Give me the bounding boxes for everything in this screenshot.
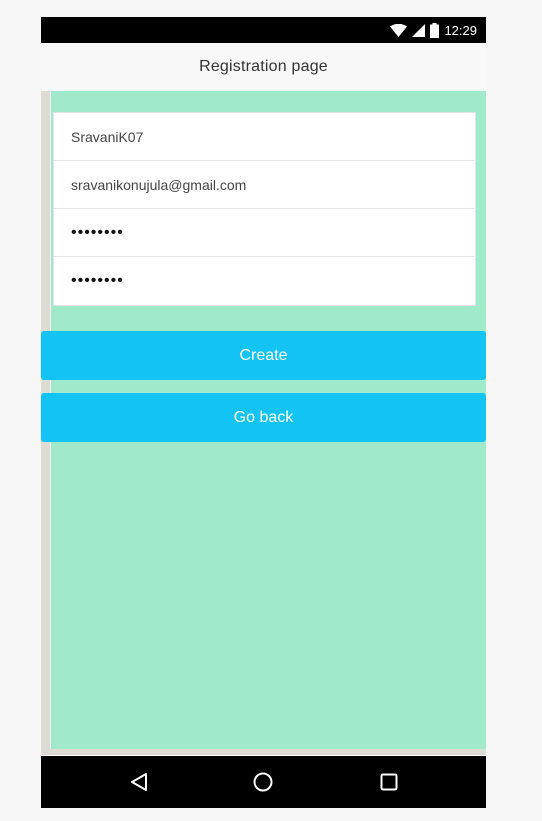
home-circle-icon[interactable] [249, 768, 277, 796]
signal-icon [412, 23, 426, 37]
username-row [54, 113, 475, 161]
status-bar: 12:29 [41, 17, 486, 43]
registration-form [53, 112, 476, 306]
app-bar: Registration page [41, 43, 486, 92]
email-field[interactable] [71, 176, 451, 193]
page-title: Registration page [199, 58, 328, 75]
status-time: 12:29 [444, 22, 477, 38]
go-back-button[interactable]: Go back [41, 393, 486, 442]
email-row [54, 161, 475, 209]
password-field[interactable] [71, 223, 451, 242]
confirm-password-row [54, 257, 475, 305]
create-button[interactable]: Create [41, 331, 486, 380]
battery-icon [430, 22, 440, 38]
recents-square-icon[interactable] [375, 768, 403, 796]
confirm-password-field[interactable] [71, 272, 451, 290]
device-screen: 12:29 Registration page Create [41, 17, 486, 808]
status-icons: 12:29 [390, 21, 477, 39]
wifi-icon [390, 23, 408, 37]
username-field[interactable] [71, 128, 451, 145]
password-row [54, 209, 475, 257]
system-nav-bar [41, 756, 486, 808]
back-triangle-icon[interactable] [125, 768, 153, 796]
